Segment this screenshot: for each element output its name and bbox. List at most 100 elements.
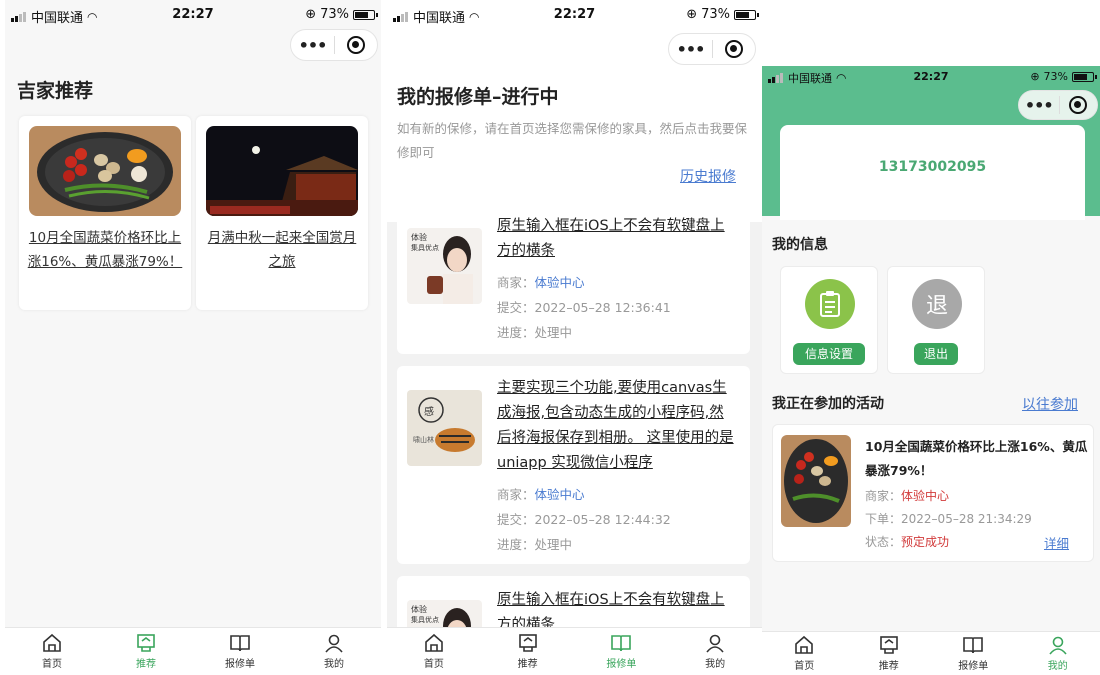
moon-palace-image bbox=[206, 126, 358, 216]
home-icon bbox=[425, 633, 443, 652]
activity-order-time: 下单：2022–05–28 21:34:29 bbox=[865, 512, 1032, 526]
more-icon[interactable]: ••• bbox=[291, 36, 334, 55]
vegetables-image bbox=[781, 435, 851, 527]
recommend-icon bbox=[879, 636, 898, 654]
phone-number: 13173002095 bbox=[878, 159, 987, 175]
tab-home[interactable]: 首页 bbox=[762, 632, 847, 675]
tab-label: 报修单 bbox=[225, 659, 255, 670]
order-title[interactable]: 主要实现三个功能,要使用canvas生成海报,包含动态生成的小程序码,然后将海报… bbox=[497, 376, 737, 476]
battery-info: ⊕ 73% bbox=[1030, 70, 1097, 83]
activities-heading: 我正在参加的活动 bbox=[772, 396, 884, 412]
vegetables-image bbox=[29, 126, 181, 216]
my-info-heading: 我的信息 bbox=[772, 237, 828, 253]
user-icon bbox=[325, 634, 343, 653]
tab-label: 报修单 bbox=[958, 661, 989, 672]
battery-icon bbox=[734, 9, 759, 20]
user-icon bbox=[1049, 636, 1067, 655]
tab-repair[interactable]: 报修单 bbox=[193, 628, 287, 675]
logout-icon: 退 bbox=[912, 279, 962, 329]
clipboard-icon bbox=[805, 279, 855, 329]
miniprogram-capsule: ••• bbox=[290, 29, 378, 61]
hint-text: 如有新的保修，请在首页选择您需保修的家具，然后点击我要保修即可 bbox=[397, 121, 748, 160]
recommend-card-title[interactable]: 10月全国蔬菜价格环比上涨16%、黄瓜暴涨79%！ bbox=[27, 226, 183, 274]
rotation-lock-icon: ⊕ bbox=[1030, 70, 1040, 83]
activity-detail-link[interactable]: 详细 bbox=[1044, 533, 1069, 552]
tab-label: 我的 bbox=[1047, 661, 1068, 672]
book-icon bbox=[230, 635, 250, 652]
miniprogram-capsule: ••• bbox=[1018, 90, 1098, 120]
svg-text:感: 感 bbox=[424, 405, 434, 418]
tab-home[interactable]: 首页 bbox=[5, 628, 99, 675]
tab-recommend[interactable]: 推荐 bbox=[481, 628, 575, 675]
order-card[interactable]: 体验 集具优点 原生输入框在iOS上不会有软键盘上方的横条 商家：体验中心 提交：… bbox=[397, 204, 750, 354]
order-progress: 进度：处理中 bbox=[497, 537, 573, 552]
order-merchant: 商家：体验中心 bbox=[497, 275, 585, 290]
tab-label: 首页 bbox=[794, 661, 815, 672]
battery-icon bbox=[353, 9, 378, 20]
order-submit-time: 提交：2022–05–28 12:44:32 bbox=[497, 512, 671, 527]
page-title: 吉家推荐 bbox=[17, 80, 94, 102]
activity-status: 状态：预定成功 bbox=[865, 535, 950, 549]
battery-percent: 73% bbox=[701, 7, 730, 22]
info-settings-button[interactable]: 信息设置 bbox=[793, 343, 865, 365]
close-miniprogram-icon[interactable] bbox=[335, 36, 377, 54]
activity-title[interactable]: 10月全国蔬菜价格环比上涨16%、黄瓜暴涨79%！ bbox=[865, 435, 1091, 483]
tab-repair[interactable]: 报修单 bbox=[575, 628, 669, 675]
order-title[interactable]: 原生输入框在iOS上不会有软键盘上方的横条 bbox=[497, 214, 737, 264]
tab-label: 推荐 bbox=[878, 661, 899, 672]
status-bar: 中国联通 ◠ 22:27 ⊕ 73% bbox=[762, 66, 1100, 90]
tab-mine[interactable]: 我的 bbox=[668, 628, 762, 675]
tab-bar: 首页 推荐 报修单 我的 bbox=[387, 627, 762, 675]
close-miniprogram-icon[interactable] bbox=[713, 40, 755, 58]
tab-label: 报修单 bbox=[606, 659, 637, 670]
tab-bar: 首页 推荐 报修单 我的 bbox=[5, 627, 381, 675]
user-icon bbox=[706, 634, 724, 653]
recommend-icon bbox=[518, 634, 537, 652]
more-icon[interactable]: ••• bbox=[1019, 96, 1059, 115]
recommend-icon bbox=[137, 634, 155, 652]
status-bar: 中国联通 ◠ 22:27 ⊕ 73% bbox=[5, 0, 381, 32]
screen-recommend: 中国联通 ◠ 22:27 ⊕ 73% ••• 吉家推荐 10月全国蔬菜价格环比上… bbox=[5, 0, 381, 675]
recommend-card[interactable]: 10月全国蔬菜价格环比上涨16%、黄瓜暴涨79%！ bbox=[19, 116, 191, 310]
more-icon[interactable]: ••• bbox=[669, 40, 712, 59]
recommend-card-title[interactable]: 月满中秋一起来全国赏月之旅 bbox=[204, 226, 360, 274]
tab-label: 首页 bbox=[42, 659, 62, 670]
account-card: 13173002095 bbox=[780, 125, 1085, 220]
history-repair-link[interactable]: 历史报修 bbox=[680, 166, 736, 186]
logout-tile[interactable]: 退 退出 bbox=[887, 266, 985, 374]
info-settings-tile[interactable]: 信息设置 bbox=[780, 266, 878, 374]
tab-repair[interactable]: 报修单 bbox=[931, 632, 1016, 675]
tab-mine[interactable]: 我的 bbox=[287, 628, 381, 675]
screen-mine: 中国联通 ◠ 22:27 ⊕ 73% ••• 13173002095 我的信息 … bbox=[762, 66, 1100, 675]
order-merchant: 商家：体验中心 bbox=[497, 487, 585, 502]
logout-button[interactable]: 退出 bbox=[914, 343, 958, 365]
book-icon bbox=[963, 637, 984, 654]
order-submit-time: 提交：2022–05–28 12:36:41 bbox=[497, 300, 671, 315]
battery-percent: 73% bbox=[1043, 70, 1068, 83]
home-icon bbox=[795, 635, 814, 654]
recommend-card[interactable]: 月满中秋一起来全国赏月之旅 bbox=[196, 116, 368, 310]
past-activities-link[interactable]: 以往参加 bbox=[1022, 394, 1078, 414]
activity-card[interactable]: 10月全国蔬菜价格环比上涨16%、黄瓜暴涨79%！ 商家：体验中心 下单：202… bbox=[772, 424, 1094, 562]
svg-text:啸山林: 啸山林 bbox=[413, 435, 434, 444]
tab-mine[interactable]: 我的 bbox=[1016, 632, 1100, 675]
rotation-lock-icon: ⊕ bbox=[686, 7, 698, 22]
svg-text:体验: 体验 bbox=[411, 232, 427, 242]
close-miniprogram-icon[interactable] bbox=[1059, 96, 1097, 114]
tab-label: 我的 bbox=[324, 659, 344, 670]
tab-home[interactable]: 首页 bbox=[387, 628, 481, 675]
order-card[interactable]: 感啸山林 主要实现三个功能,要使用canvas生成海报,包含动态生成的小程序码,… bbox=[397, 366, 750, 564]
svg-text:体验: 体验 bbox=[411, 604, 427, 614]
svg-text:集具优点: 集具优点 bbox=[411, 615, 439, 624]
tab-label: 推荐 bbox=[517, 659, 538, 670]
svg-text:集具优点: 集具优点 bbox=[411, 243, 439, 252]
battery-percent: 73% bbox=[320, 7, 349, 22]
tab-bar: 首页 推荐 报修单 我的 bbox=[762, 631, 1100, 675]
status-bar: 中国联通 ◠ 22:27 ⊕ 73% bbox=[387, 0, 762, 32]
page-title: 我的报修单–进行中 bbox=[397, 86, 559, 108]
tab-recommend[interactable]: 推荐 bbox=[847, 632, 932, 675]
home-icon bbox=[43, 633, 61, 652]
tab-recommend[interactable]: 推荐 bbox=[99, 628, 193, 675]
order-progress: 进度：处理中 bbox=[497, 325, 573, 340]
battery-icon bbox=[1072, 71, 1097, 82]
